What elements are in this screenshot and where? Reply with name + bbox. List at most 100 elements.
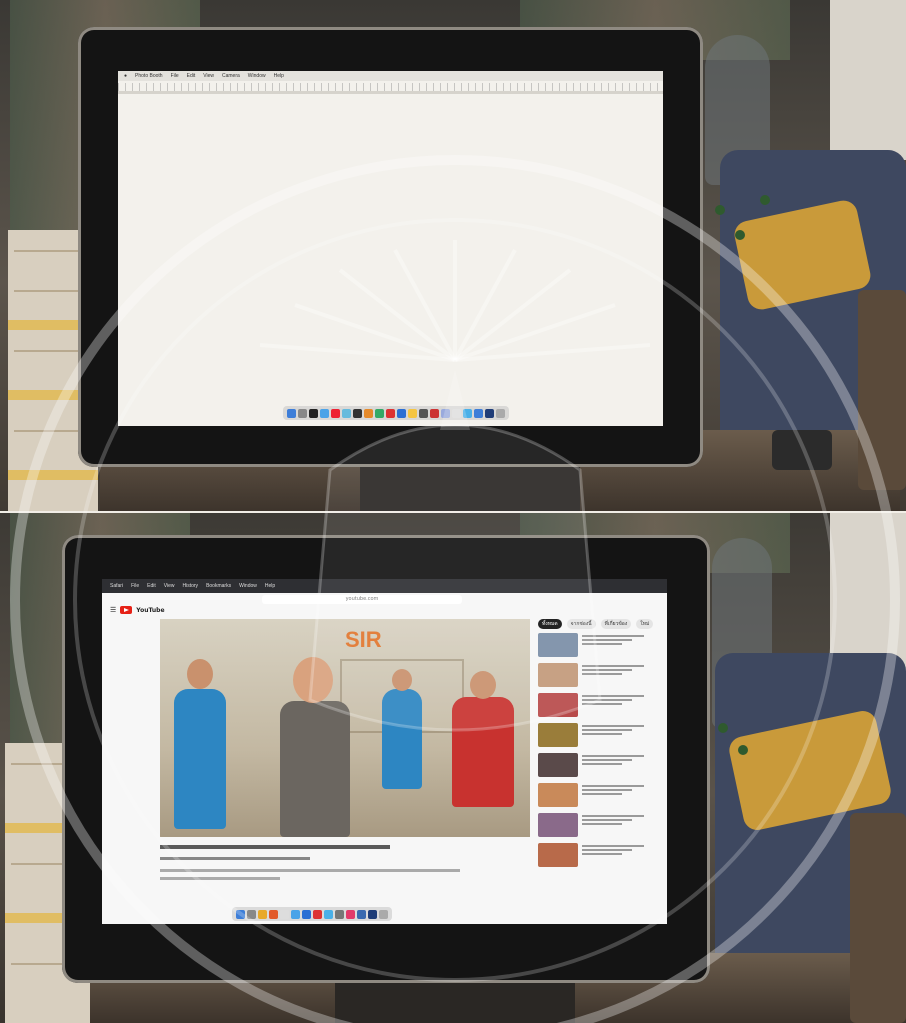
video-info: [582, 843, 644, 867]
video-info: [582, 813, 644, 837]
video-thumbnail: [538, 783, 578, 807]
settings-icon[interactable]: [335, 909, 344, 919]
photoshop-icon[interactable]: [368, 909, 377, 919]
menu-history[interactable]: History: [183, 583, 199, 589]
app-icon[interactable]: [474, 408, 483, 418]
person-head: [392, 669, 412, 691]
app-icon[interactable]: [419, 408, 428, 418]
calendar-icon[interactable]: [386, 408, 395, 418]
related-video[interactable]: [538, 843, 644, 867]
menu-help[interactable]: Help: [265, 583, 275, 589]
music-icon[interactable]: [346, 909, 355, 919]
menu-browser[interactable]: Safari: [110, 583, 123, 589]
toolbar-strip: [118, 91, 663, 94]
finder-icon[interactable]: [236, 909, 245, 919]
person-head: [470, 671, 496, 699]
dock: [283, 406, 509, 420]
related-video[interactable]: [538, 693, 644, 717]
menu-window[interactable]: Window: [239, 583, 257, 589]
video-info: [582, 783, 644, 807]
plant-leaf: [718, 723, 728, 733]
video-info: [582, 753, 644, 777]
trash-icon[interactable]: [379, 909, 388, 919]
app-icon[interactable]: [280, 909, 289, 919]
chrome-icon[interactable]: [258, 909, 267, 919]
safari-icon[interactable]: [320, 408, 329, 418]
menu-file[interactable]: File: [171, 73, 179, 79]
description-line: [160, 877, 280, 880]
safari-icon[interactable]: [291, 909, 300, 919]
app-icon[interactable]: [302, 909, 311, 919]
app-icon[interactable]: [309, 408, 318, 418]
related-video[interactable]: [538, 813, 644, 837]
person-center: [280, 701, 350, 837]
menu-view[interactable]: View: [164, 583, 175, 589]
app-icon[interactable]: [331, 408, 340, 418]
video-thumbnail: [538, 843, 578, 867]
person-head: [187, 659, 213, 689]
related-video[interactable]: [538, 723, 644, 747]
apple-icon[interactable]: ●: [124, 73, 127, 79]
video-info: [582, 693, 644, 717]
trash-icon[interactable]: [496, 408, 505, 418]
menu-view[interactable]: View: [203, 73, 214, 79]
background-wall: [830, 513, 906, 673]
launchpad-icon[interactable]: [247, 909, 256, 919]
desk-device: [772, 430, 832, 470]
channel-line: [160, 857, 310, 860]
app-icon[interactable]: [375, 408, 384, 418]
app-icon[interactable]: [463, 408, 472, 418]
related-video[interactable]: [538, 753, 644, 777]
app-icon[interactable]: [430, 408, 439, 418]
youtube-header: ☰ YouTube: [110, 606, 165, 614]
video-thumbnail: [538, 753, 578, 777]
app-icon[interactable]: [441, 408, 450, 418]
chip-all[interactable]: ทั้งหมด: [538, 619, 562, 629]
video-player[interactable]: SIR: [160, 619, 530, 837]
chip-new[interactable]: ใหม่: [636, 619, 654, 629]
app-icon[interactable]: [364, 408, 373, 418]
person-blue-shirt: [174, 689, 226, 829]
video-thumbnail: [538, 633, 578, 657]
monitor-screen: ● Photo Booth File Edit View Camera Wind…: [118, 71, 663, 426]
menu-icon[interactable]: ☰: [110, 606, 116, 614]
menu-bookmarks[interactable]: Bookmarks: [206, 583, 231, 589]
app-icon[interactable]: [452, 408, 461, 418]
menu-app[interactable]: Photo Booth: [135, 73, 163, 79]
youtube-logo-icon[interactable]: [120, 606, 133, 614]
app-icon[interactable]: [408, 408, 417, 418]
chip-from-channel[interactable]: จากช่องนี้: [566, 619, 596, 629]
sir-logo: SIR: [345, 627, 382, 652]
video-thumbnail: [538, 663, 578, 687]
browser-toolbar: Safari File Edit View History Bookmarks …: [102, 579, 667, 593]
monitor: Safari File Edit View History Bookmarks …: [62, 535, 710, 983]
app-icon[interactable]: [397, 408, 406, 418]
menu-help[interactable]: Help: [274, 73, 284, 79]
finder-icon[interactable]: [287, 408, 296, 418]
menu-file[interactable]: File: [131, 583, 139, 589]
launchpad-icon[interactable]: [298, 408, 307, 418]
menu-edit[interactable]: Edit: [187, 73, 196, 79]
menu-window[interactable]: Window: [248, 73, 266, 79]
related-video[interactable]: [538, 633, 644, 657]
firefox-icon[interactable]: [269, 909, 278, 919]
address-bar[interactable]: youtube.com: [262, 595, 462, 604]
person-head: [293, 657, 333, 703]
monitor: ● Photo Booth File Edit View Camera Wind…: [78, 27, 703, 467]
person-blue-shirt: [382, 689, 422, 789]
app-store-icon[interactable]: [324, 909, 333, 919]
shelf-object: [858, 290, 906, 490]
plant-leaf: [760, 195, 770, 205]
calendar-icon[interactable]: [313, 909, 322, 919]
app-icon[interactable]: [485, 408, 494, 418]
chip-related[interactable]: ที่เกี่ยวข้อง: [600, 619, 632, 629]
monitor-screen: Safari File Edit View History Bookmarks …: [102, 579, 667, 924]
app-icon[interactable]: [342, 408, 351, 418]
menu-edit[interactable]: Edit: [147, 583, 156, 589]
related-video[interactable]: [538, 663, 644, 687]
menu-camera[interactable]: Camera: [222, 73, 240, 79]
app-icon[interactable]: [357, 909, 366, 919]
app-icon[interactable]: [353, 408, 362, 418]
related-video[interactable]: [538, 783, 644, 807]
youtube-brand[interactable]: YouTube: [136, 607, 164, 614]
